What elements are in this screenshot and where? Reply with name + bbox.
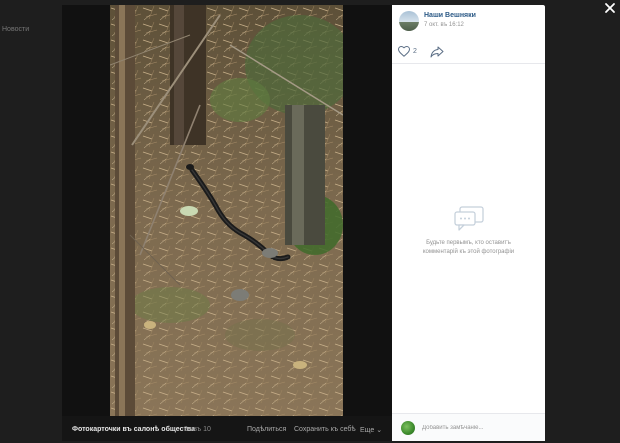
like-button[interactable]: 2 bbox=[398, 45, 417, 58]
empty-comments-placeholder: Будьте первымъ, кто оставитъ комментарій… bbox=[392, 205, 545, 257]
photo-viewer: Фотокарточки въ салонѣ общества 9 изъ 10… bbox=[62, 5, 545, 441]
close-icon bbox=[605, 3, 615, 13]
comment-input[interactable] bbox=[422, 422, 538, 434]
owner-avatar[interactable] bbox=[399, 11, 419, 31]
current-user-avatar bbox=[401, 421, 415, 435]
comments-icon bbox=[453, 206, 484, 231]
chevron-down-icon: ⌄ bbox=[376, 427, 383, 434]
photo-sidebar: Наши Вешняки 7 окт. въ 16:12 2 Будьте пе… bbox=[392, 5, 545, 441]
background-page-hint: Новости bbox=[2, 26, 30, 33]
share-link[interactable]: Подѣлиться bbox=[247, 426, 286, 433]
photo-counter: 9 изъ 10 bbox=[184, 426, 211, 433]
empty-comments-text: Будьте первымъ, кто оставитъ комментарій… bbox=[422, 240, 515, 255]
share-button[interactable] bbox=[430, 45, 444, 58]
photo-area[interactable]: Фотокарточки въ салонѣ общества 9 изъ 10… bbox=[62, 5, 392, 441]
close-button[interactable] bbox=[602, 0, 618, 16]
share-arrow-icon bbox=[430, 46, 444, 58]
heart-icon bbox=[398, 46, 410, 57]
owner-name-link[interactable]: Наши Вешняки bbox=[424, 12, 476, 19]
more-label: Еще bbox=[360, 427, 375, 434]
album-title-link[interactable]: Фотокарточки въ салонѣ общества bbox=[72, 426, 195, 433]
post-header: Наши Вешняки 7 окт. въ 16:12 bbox=[392, 5, 545, 38]
like-count: 2 bbox=[413, 48, 417, 55]
photo[interactable] bbox=[110, 5, 343, 416]
forest-snake-photo bbox=[110, 5, 343, 416]
save-link[interactable]: Сохранить къ себѣ bbox=[294, 426, 356, 433]
photo-bottom-bar: Фотокарточки въ салонѣ общества 9 изъ 10… bbox=[62, 416, 392, 441]
more-menu-button[interactable]: Еще ⌄ bbox=[360, 426, 382, 434]
post-actions: 2 bbox=[392, 38, 545, 64]
post-date[interactable]: 7 окт. въ 16:12 bbox=[424, 22, 464, 28]
comment-composer bbox=[392, 413, 545, 441]
